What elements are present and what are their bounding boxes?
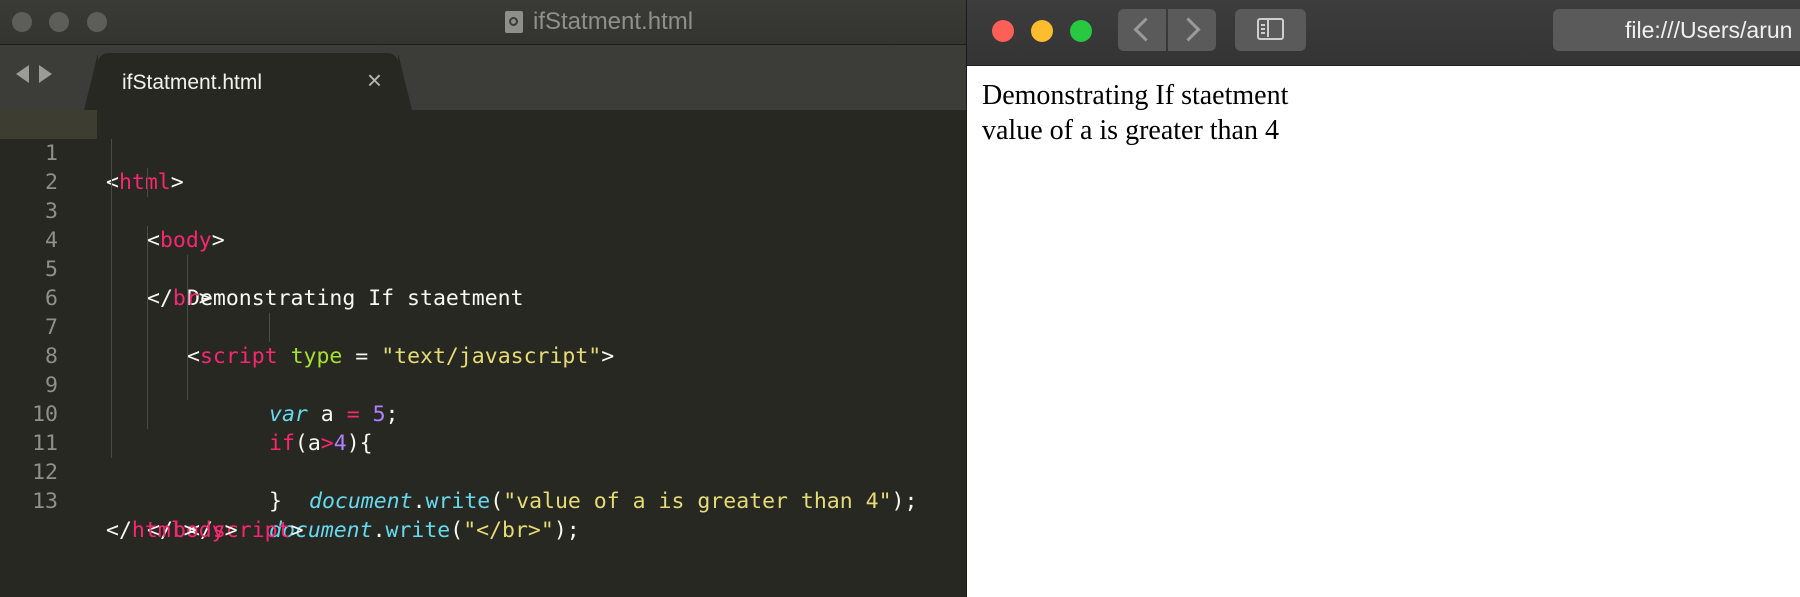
code-line: 1 <html> [0, 110, 966, 195]
indent-guide [111, 168, 112, 197]
editor-zoom-light[interactable] [87, 12, 107, 32]
browser-zoom-button[interactable] [1070, 20, 1092, 42]
indent-guide [111, 371, 112, 400]
code-line: 2 <body> [0, 139, 966, 253]
indent-guide [147, 342, 148, 371]
editor-titlebar: ifStatment.html [0, 0, 966, 45]
indent-guide [111, 255, 112, 284]
sidebar-icon [1257, 18, 1284, 40]
sidebar-toggle-button[interactable] [1235, 9, 1306, 51]
indent-guide [111, 313, 112, 342]
code-text: </html> [106, 518, 197, 543]
indent-guide [269, 313, 270, 342]
code-line: 10 document.write("</br>"); [0, 371, 966, 543]
indent-guide [147, 284, 148, 313]
code-text: } [269, 489, 282, 514]
indent-guide [111, 400, 112, 429]
editor-close-light[interactable] [12, 12, 32, 32]
editor-window-title: ifStatment.html [533, 8, 694, 35]
address-text: file:///Users/arun [1625, 17, 1793, 43]
indent-guide [111, 139, 112, 168]
tab-bar: ifStatment.html × [0, 45, 966, 110]
code-line: 5 <script type = "text/javascript"> [0, 226, 966, 369]
editor-window: ifStatment.html ifStatment.html × 1 <htm… [0, 0, 966, 597]
code-line: 9 } [0, 342, 966, 514]
indent-guide [147, 226, 148, 255]
indent-guide [147, 400, 148, 429]
code-line: 12 </body> [0, 429, 966, 543]
code-text: document.write("</br>"); [269, 518, 580, 543]
code-line: 13 </html> [0, 458, 966, 543]
page-text-line-1: Demonstrating If staetment [982, 80, 1289, 111]
tab-left-arrow-icon[interactable] [16, 65, 29, 83]
code-area[interactable]: 1 <html> 2 <body> 3 Demonstrating If sta… [0, 110, 966, 597]
page-text-line-2: value of a is greater than 4 [982, 115, 1279, 146]
tab-close-icon[interactable]: × [367, 65, 382, 95]
indent-guide [111, 429, 112, 458]
code-line: 7 if(a>4){ [0, 284, 966, 456]
code-text: document.write("value of a is greater th… [309, 489, 918, 514]
editor-title-group: ifStatment.html [505, 0, 693, 44]
indent-guide [147, 371, 148, 400]
page-content: Demonstrating If staetment value of a is… [982, 78, 1288, 148]
code-line: 3 Demonstrating If staetment [0, 168, 966, 311]
browser-minimize-button[interactable] [1031, 20, 1053, 42]
back-button[interactable] [1118, 9, 1166, 51]
address-bar[interactable]: file:///Users/arun [1553, 9, 1800, 51]
tab-nav-arrows [16, 65, 52, 83]
code-line: 8 document.write("value of a is greater … [0, 313, 966, 514]
line-number: 13 [32, 489, 58, 514]
code-line: 11 </script> [0, 400, 966, 543]
indent-guide [187, 284, 188, 313]
file-icon [505, 11, 523, 33]
indent-guide [111, 284, 112, 313]
browser-close-button[interactable] [992, 20, 1014, 42]
browser-window: file:///Users/arun Demonstrating If stae… [966, 0, 1800, 597]
editor-minimize-light[interactable] [49, 12, 69, 32]
indent-guide [187, 371, 188, 400]
indent-guide [187, 255, 188, 284]
back-chevron-icon [1133, 17, 1158, 42]
indent-guide [147, 255, 148, 284]
tab-right-arrow-icon[interactable] [39, 65, 52, 83]
forward-chevron-icon [1176, 17, 1201, 42]
indent-guide [147, 168, 148, 197]
indent-guide [111, 342, 112, 371]
indent-guide [187, 342, 188, 371]
indent-guide [147, 313, 148, 342]
indent-guide [111, 197, 112, 226]
tab-ifstatment[interactable]: ifStatment.html × [98, 53, 398, 110]
indent-guide [187, 313, 188, 342]
code-line: 6 var a = 5; [0, 255, 966, 427]
tab-label: ifStatment.html [122, 71, 263, 94]
indent-guide [111, 226, 112, 255]
browser-toolbar: file:///Users/arun [967, 0, 1800, 66]
forward-button[interactable] [1168, 9, 1216, 51]
code-line: 4 </br> [0, 197, 966, 311]
